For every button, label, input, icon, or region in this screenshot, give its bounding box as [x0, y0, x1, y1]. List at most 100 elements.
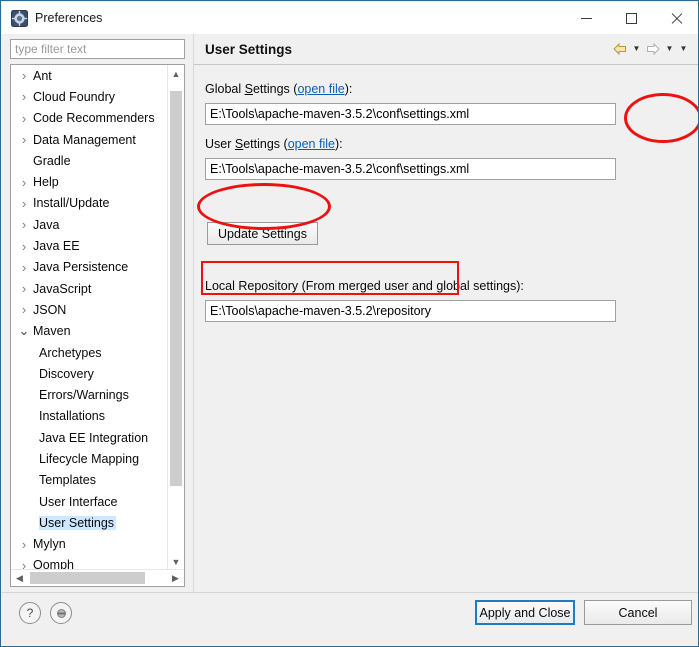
user-settings-label-mnemonic: S: [234, 137, 244, 151]
sidebar-item-errors-warnings[interactable]: Errors/Warnings: [11, 384, 169, 405]
tree-vscroll-thumb[interactable]: [170, 91, 182, 486]
sidebar-item-label: Templates: [39, 473, 96, 488]
user-settings-open-file-link[interactable]: open file: [288, 137, 335, 151]
sidebar-item-label: Mylyn: [33, 537, 66, 552]
sidebar-item-archetypes[interactable]: Archetypes: [11, 342, 169, 363]
minimize-button[interactable]: [564, 2, 609, 34]
chevron-down-icon[interactable]: ⌄: [17, 324, 31, 336]
title-bar-left: Preferences: [2, 9, 564, 27]
sidebar-item-label: Help: [33, 175, 59, 190]
sidebar-item-data-management[interactable]: › Data Management: [11, 129, 169, 150]
window-title: Preferences: [35, 11, 103, 25]
chevron-right-icon[interactable]: ›: [17, 303, 31, 316]
user-settings-input[interactable]: [205, 158, 616, 180]
chevron-right-icon[interactable]: ›: [17, 69, 31, 82]
tree-rows: › Ant › Cloud Foundry › Code Recommenders › Dat…: [11, 65, 169, 570]
maximize-button[interactable]: [609, 2, 654, 34]
chevron-right-icon[interactable]: ›: [17, 218, 31, 231]
update-settings-button[interactable]: Update Settings: [207, 222, 318, 245]
page-menu-caret-icon[interactable]: ▼: [678, 45, 689, 53]
sidebar-item-label: Data Management: [33, 132, 136, 147]
filter-input[interactable]: [10, 39, 185, 59]
sidebar-item-cloud-foundry[interactable]: › Cloud Foundry: [11, 86, 169, 107]
forward-history-caret-icon[interactable]: ▼: [664, 45, 675, 53]
sidebar-item-java-persistence[interactable]: › Java Persistence: [11, 257, 169, 278]
preference-page: User Settings ▼ ▼ ▼ Global Settings (ope…: [193, 34, 698, 618]
local-repository-label: Local Repository (From merged user and g…: [205, 279, 524, 293]
sidebar-item-mylyn[interactable]: › Mylyn: [11, 534, 169, 555]
sidebar-item-install-update[interactable]: › Install/Update: [11, 193, 169, 214]
sidebar-item-label: Maven: [33, 324, 71, 339]
sidebar-item-label: Code Recommenders: [33, 111, 155, 126]
help-question-icon[interactable]: ?: [19, 602, 41, 624]
chevron-right-icon[interactable]: ›: [17, 261, 31, 274]
chevron-right-icon[interactable]: ›: [17, 112, 31, 125]
sidebar-item-lifecycle-mapping[interactable]: Lifecycle Mapping: [11, 448, 169, 469]
scroll-up-icon[interactable]: ▲: [168, 65, 184, 82]
sidebar-item-java[interactable]: › Java: [11, 214, 169, 235]
local-repository-input[interactable]: [205, 300, 616, 322]
preferences-tree[interactable]: › Ant › Cloud Foundry › Code Recommenders › Dat…: [10, 64, 185, 587]
sidebar-item-java-ee[interactable]: › Java EE: [11, 235, 169, 256]
sidebar-item-ant[interactable]: › Ant: [11, 65, 169, 86]
global-settings-input[interactable]: [205, 103, 616, 125]
cancel-button[interactable]: Cancel: [584, 600, 692, 625]
user-settings-label-prefix: User: [205, 137, 235, 151]
global-settings-open-file-link[interactable]: open file: [297, 82, 344, 96]
sidebar-item-json[interactable]: › JSON: [11, 299, 169, 320]
user-settings-label-suffix: ettings: [243, 137, 284, 151]
minimize-icon: [581, 17, 592, 19]
page-navigation: ▼ ▼ ▼: [612, 42, 698, 56]
chevron-right-icon[interactable]: ›: [17, 176, 31, 189]
sidebar-item-user-settings[interactable]: User Settings: [11, 512, 169, 533]
chevron-right-icon[interactable]: ›: [17, 538, 31, 551]
sidebar-item-java-ee-integration[interactable]: Java EE Integration: [11, 427, 169, 448]
tree-vertical-scrollbar[interactable]: ▲ ▼: [167, 65, 184, 570]
tree-horizontal-scrollbar[interactable]: ◀ ▶: [11, 569, 184, 586]
preferences-sidebar: ›Ant›Cloud Foundry›Code Recommenders›Dat…: [10, 39, 185, 587]
sidebar-item-javascript[interactable]: › JavaScript: [11, 278, 169, 299]
title-bar: Preferences: [2, 2, 698, 34]
chevron-right-icon[interactable]: ›: [17, 90, 31, 103]
sidebar-item-installations[interactable]: Installations: [11, 406, 169, 427]
sidebar-item-label: Java Persistence: [33, 260, 129, 275]
chevron-right-icon[interactable]: ›: [17, 133, 31, 146]
chevron-right-icon[interactable]: ›: [17, 282, 31, 295]
close-icon: [670, 12, 683, 25]
sidebar-item-code-recommenders[interactable]: › Code Recommenders: [11, 108, 169, 129]
global-settings-label-prefix: Global: [205, 82, 245, 96]
tree-hscroll-thumb[interactable]: [30, 572, 145, 584]
forward-arrow-icon[interactable]: [645, 42, 661, 56]
back-history-caret-icon[interactable]: ▼: [631, 45, 642, 53]
page-content: Global Settings (open file): Browse... U…: [194, 65, 698, 618]
sidebar-item-user-interface[interactable]: User Interface: [11, 491, 169, 512]
sidebar-item-label: Installations: [39, 409, 106, 424]
preferences-dialog: Preferences ›Ant›Cloud Foundry›Code Reco…: [0, 0, 699, 647]
global-settings-label-end: :: [348, 82, 353, 96]
scroll-left-icon[interactable]: ◀: [11, 570, 28, 586]
sidebar-item-label: Lifecycle Mapping: [39, 451, 140, 466]
sidebar-item-label: Java: [33, 217, 60, 232]
sidebar-item-templates[interactable]: Templates: [11, 470, 169, 491]
sidebar-item-label: Archetypes: [39, 345, 102, 360]
sidebar-item-help[interactable]: › Help: [11, 171, 169, 192]
sidebar-item-gradle[interactable]: Gradle: [11, 150, 169, 171]
sidebar-item-oomph[interactable]: › Oomph: [11, 555, 169, 570]
sidebar-item-discovery[interactable]: Discovery: [11, 363, 169, 384]
sidebar-item-label: Cloud Foundry: [33, 89, 115, 104]
sidebar-item-maven[interactable]: ⌄ Maven: [11, 321, 169, 342]
sidebar-item-label: User Settings: [39, 515, 117, 530]
sidebar-item-label: User Interface: [39, 494, 118, 509]
oomph-record-icon[interactable]: [50, 602, 72, 624]
sidebar-item-label: Install/Update: [33, 196, 110, 211]
page-header: User Settings ▼ ▼ ▼: [194, 34, 698, 65]
sidebar-item-label: Java EE Integration: [39, 430, 149, 445]
chevron-right-icon[interactable]: ›: [17, 240, 31, 253]
scroll-down-icon[interactable]: ▼: [168, 553, 184, 570]
close-button[interactable]: [654, 2, 698, 34]
global-settings-label: Global Settings (open file):: [205, 82, 353, 96]
scroll-right-icon[interactable]: ▶: [167, 570, 184, 586]
back-arrow-icon[interactable]: [612, 42, 628, 56]
apply-and-close-button[interactable]: Apply and Close: [475, 600, 575, 625]
chevron-right-icon[interactable]: ›: [17, 197, 31, 210]
